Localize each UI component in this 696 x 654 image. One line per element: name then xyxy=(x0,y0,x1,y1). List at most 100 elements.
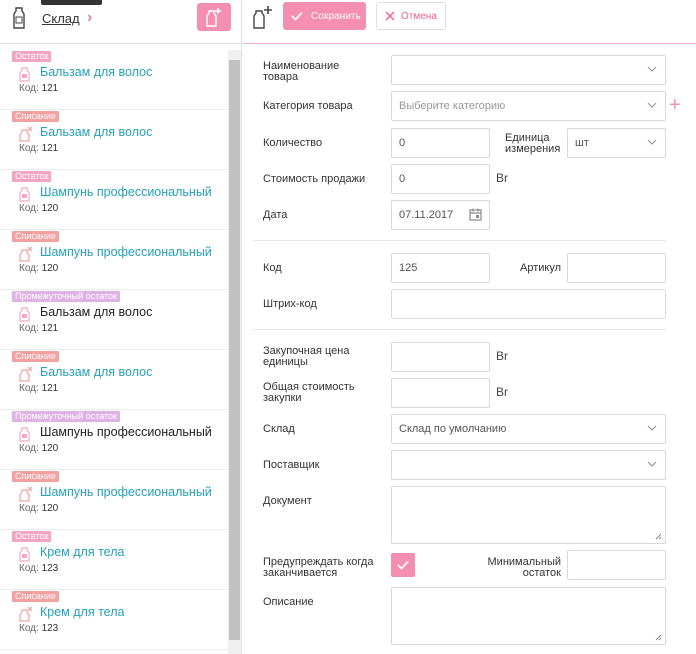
product-name[interactable]: Бальзам для волос xyxy=(40,65,152,79)
add-category-icon[interactable]: + xyxy=(669,95,681,115)
product-code: Код: 120 xyxy=(19,263,59,274)
list-item[interactable]: Списание Бальзам для волос Код: 121 xyxy=(0,350,228,410)
list-item[interactable]: Остаток Бальзам для волос Код: 121 xyxy=(0,50,228,110)
purchase-price-input[interactable] xyxy=(391,342,490,372)
product-code: Код: 120 xyxy=(19,503,59,514)
resize-handle-icon[interactable] xyxy=(655,634,662,641)
category-label: Категория товара xyxy=(263,100,353,112)
quantity-label: Количество xyxy=(263,137,323,149)
supplier-select[interactable] xyxy=(391,450,666,480)
status-badge: Остаток xyxy=(12,51,52,62)
chevron-down-icon xyxy=(647,139,657,145)
close-icon xyxy=(385,11,395,21)
chevron-right-icon[interactable]: › xyxy=(87,9,92,27)
product-code: Код: 121 xyxy=(19,83,59,94)
unit-select[interactable]: шт xyxy=(567,128,666,158)
code-input[interactable]: 125 xyxy=(391,253,490,283)
total-purchase-label: Общая стоимость закупки xyxy=(263,381,355,404)
product-code: Код: 120 xyxy=(19,203,59,214)
sale-price-input[interactable]: 0 xyxy=(391,164,490,194)
chevron-down-icon xyxy=(647,461,657,467)
status-badge: Остаток xyxy=(12,171,52,182)
list-item[interactable]: Промежуточный остаток Бальзам для волос Ко… xyxy=(0,290,228,350)
header-badge xyxy=(41,0,102,5)
currency-label: Br xyxy=(496,349,508,363)
purchase-price-label: Закупочная цена единицы xyxy=(263,345,350,368)
total-purchase-input[interactable] xyxy=(391,378,490,408)
min-stock-label: Минимальный остаток xyxy=(487,556,561,579)
product-name[interactable]: Шампунь профессиональный xyxy=(40,245,212,259)
barcode-input[interactable] xyxy=(391,289,666,319)
status-badge: Списание xyxy=(12,111,59,122)
add-product-button[interactable] xyxy=(197,3,231,31)
unit-label: Единица измерения xyxy=(505,132,561,155)
chevron-down-icon xyxy=(647,66,657,72)
chevron-down-icon xyxy=(647,102,657,108)
product-form: Наименование товара Категория товара Выбе… xyxy=(243,45,696,654)
list-item[interactable]: Списание Бальзам для волос Код: 121 xyxy=(0,110,228,170)
list-item[interactable]: Промежуточный остаток Шампунь профессиона… xyxy=(0,410,228,470)
cancel-button[interactable]: Отмена xyxy=(376,2,446,30)
description-textarea[interactable] xyxy=(391,587,666,645)
product-name[interactable]: Бальзам для волос xyxy=(40,305,152,319)
product-name[interactable]: Шампунь профессиональный xyxy=(40,425,212,439)
add-bottle-icon xyxy=(206,8,221,27)
product-code: Код: 123 xyxy=(19,623,59,634)
product-name[interactable]: Крем для тела xyxy=(40,545,124,559)
status-badge: Списание xyxy=(12,591,59,602)
product-code: Код: 121 xyxy=(19,383,59,394)
product-code: Код: 121 xyxy=(19,323,59,334)
list-item[interactable]: Списание Крем для тела Код: 123 xyxy=(0,590,228,650)
store-link[interactable]: Склад xyxy=(42,11,80,26)
product-name[interactable]: Шампунь профессиональный xyxy=(40,185,212,199)
product-name[interactable]: Крем для тела xyxy=(40,605,124,619)
description-label: Описание xyxy=(263,596,314,608)
product-name[interactable]: Шампунь профессиональный xyxy=(40,485,212,499)
chevron-down-icon xyxy=(647,425,657,431)
currency-label: Br xyxy=(496,385,508,399)
check-icon xyxy=(291,11,303,21)
add-bottle-icon[interactable] xyxy=(252,5,274,32)
warn-checkbox[interactable] xyxy=(391,553,415,577)
list-item[interactable]: Остаток Крем для тела Код: 123 xyxy=(0,530,228,590)
product-name[interactable]: Бальзам для волос xyxy=(40,125,152,139)
save-label: Сохранить xyxy=(311,10,361,22)
quantity-input[interactable]: 0 xyxy=(391,128,490,158)
list-item[interactable]: Списание Шампунь профессиональный Код: 120 xyxy=(0,230,228,290)
product-code: Код: 123 xyxy=(19,563,59,574)
supplier-label: Поставщик xyxy=(263,459,320,471)
category-select[interactable]: Выберите категорию xyxy=(391,91,666,121)
warehouse-select[interactable]: Склад по умолчанию xyxy=(391,414,666,444)
list-item[interactable]: Списание Шампунь профессиональный Код: 120 xyxy=(0,470,228,530)
status-badge: Списание xyxy=(12,471,59,482)
product-name-select[interactable] xyxy=(391,55,666,85)
warn-label: Предупреждать когда заканчивается xyxy=(263,556,374,579)
warehouse-label: Склад xyxy=(263,423,295,435)
check-icon xyxy=(397,560,409,570)
calendar-icon[interactable] xyxy=(469,208,482,221)
product-code: Код: 120 xyxy=(19,443,59,454)
scrollbar-thumb[interactable] xyxy=(229,60,240,640)
article-input[interactable] xyxy=(567,253,666,283)
save-button[interactable]: Сохранить xyxy=(283,2,366,30)
barcode-label: Штрих-код xyxy=(263,298,317,310)
status-badge: Списание xyxy=(12,231,59,242)
form-toolbar: Сохранить Отмена xyxy=(243,0,696,44)
status-badge: Промежуточный остаток xyxy=(12,291,120,302)
date-input[interactable]: 07.11.2017 xyxy=(391,200,490,230)
product-name[interactable]: Бальзам для волос xyxy=(40,365,152,379)
status-badge: Списание xyxy=(12,351,59,362)
section-divider xyxy=(253,240,666,241)
bottle-icon xyxy=(12,7,26,32)
sidebar-header: Склад › xyxy=(0,0,241,44)
document-textarea[interactable] xyxy=(391,486,666,544)
min-stock-input[interactable] xyxy=(567,550,666,580)
status-badge: Промежуточный остаток xyxy=(12,411,120,422)
sidebar-scrollbar[interactable] xyxy=(228,50,241,654)
status-badge: Остаток xyxy=(12,531,52,542)
list-item[interactable]: Остаток Шампунь профессиональный Код: 120 xyxy=(0,170,228,230)
document-label: Документ xyxy=(263,495,312,507)
date-label: Дата xyxy=(263,209,288,221)
resize-handle-icon[interactable] xyxy=(655,533,662,540)
section-divider xyxy=(253,329,666,330)
